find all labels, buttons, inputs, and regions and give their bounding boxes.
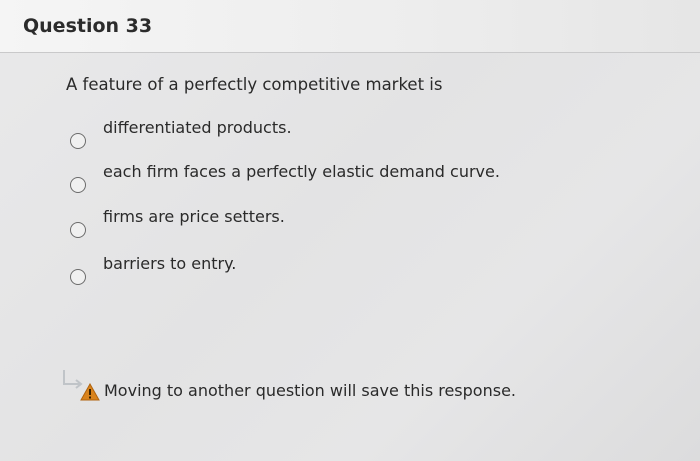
radio-button-4[interactable] xyxy=(70,269,86,285)
answer-option-label: firms are price setters. xyxy=(103,207,285,226)
save-warning-message: Moving to another question will save thi… xyxy=(104,381,516,400)
question-prompt: A feature of a perfectly competitive mar… xyxy=(66,75,443,94)
answer-option-label: each firm faces a perfectly elastic dema… xyxy=(103,162,500,181)
question-header: Question 33 xyxy=(0,0,700,53)
question-title: Question 33 xyxy=(23,15,153,37)
radio-button-2[interactable] xyxy=(70,177,86,193)
warning-icon xyxy=(80,383,100,401)
answer-option-1[interactable]: differentiated products. xyxy=(70,118,570,154)
answer-option-label: barriers to entry. xyxy=(103,254,237,273)
answer-option-3[interactable]: firms are price setters. xyxy=(70,207,570,243)
radio-button-3[interactable] xyxy=(70,222,86,238)
answer-option-4[interactable]: barriers to entry. xyxy=(70,254,570,290)
radio-button-1[interactable] xyxy=(70,133,86,149)
answer-option-2[interactable]: each firm faces a perfectly elastic dema… xyxy=(70,162,570,198)
answer-option-label: differentiated products. xyxy=(103,118,292,137)
